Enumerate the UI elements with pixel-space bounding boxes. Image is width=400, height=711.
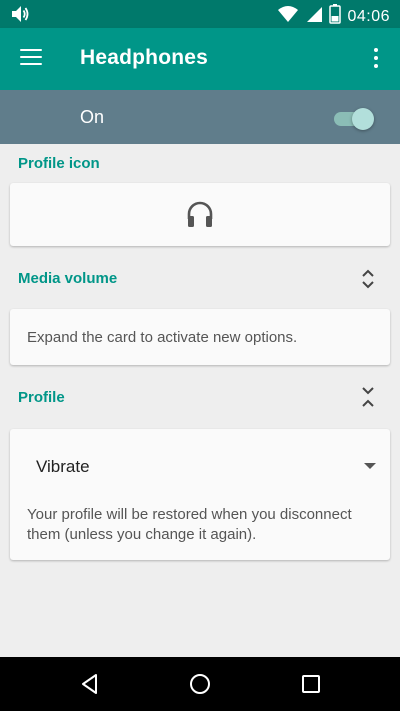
unfold-less-icon[interactable] xyxy=(360,386,376,408)
switch-thumb xyxy=(352,108,374,130)
dropdown-arrow-icon xyxy=(364,463,376,469)
recents-icon[interactable] xyxy=(299,672,323,696)
profile-section-title: Profile xyxy=(18,389,65,406)
profile-select-value: Vibrate xyxy=(36,457,90,476)
back-icon[interactable] xyxy=(78,672,102,696)
master-switch-toggle[interactable] xyxy=(334,108,374,130)
system-nav-bar xyxy=(0,657,400,711)
volume-icon xyxy=(10,5,30,28)
master-switch-bar[interactable]: On xyxy=(0,90,400,144)
headphones-icon[interactable] xyxy=(186,200,214,233)
profile-card: Vibrate Your profile will be restored wh… xyxy=(10,429,390,560)
hamburger-menu-icon[interactable] xyxy=(20,49,42,69)
status-bar: 04:06 xyxy=(0,0,400,28)
profile-icon-card[interactable] xyxy=(10,183,390,246)
unfold-more-icon[interactable] xyxy=(360,268,376,290)
profile-select[interactable]: Vibrate xyxy=(36,455,376,481)
page-title: Headphones xyxy=(80,46,209,69)
profile-icon-section-title: Profile icon xyxy=(18,155,100,172)
signal-icon xyxy=(305,5,323,28)
profile-restore-note: Your profile will be restored when you d… xyxy=(27,506,352,543)
wifi-icon xyxy=(277,5,299,28)
more-vert-icon[interactable] xyxy=(372,48,380,70)
home-icon[interactable] xyxy=(188,672,212,696)
app-bar: Headphones xyxy=(0,28,400,90)
media-volume-section-title: Media volume xyxy=(18,270,118,287)
clock: 04:06 xyxy=(347,7,390,25)
battery-icon xyxy=(329,4,342,29)
master-switch-label: On xyxy=(80,107,105,127)
media-volume-message: Expand the card to activate new options. xyxy=(27,329,298,346)
media-volume-card: Expand the card to activate new options. xyxy=(10,309,390,365)
